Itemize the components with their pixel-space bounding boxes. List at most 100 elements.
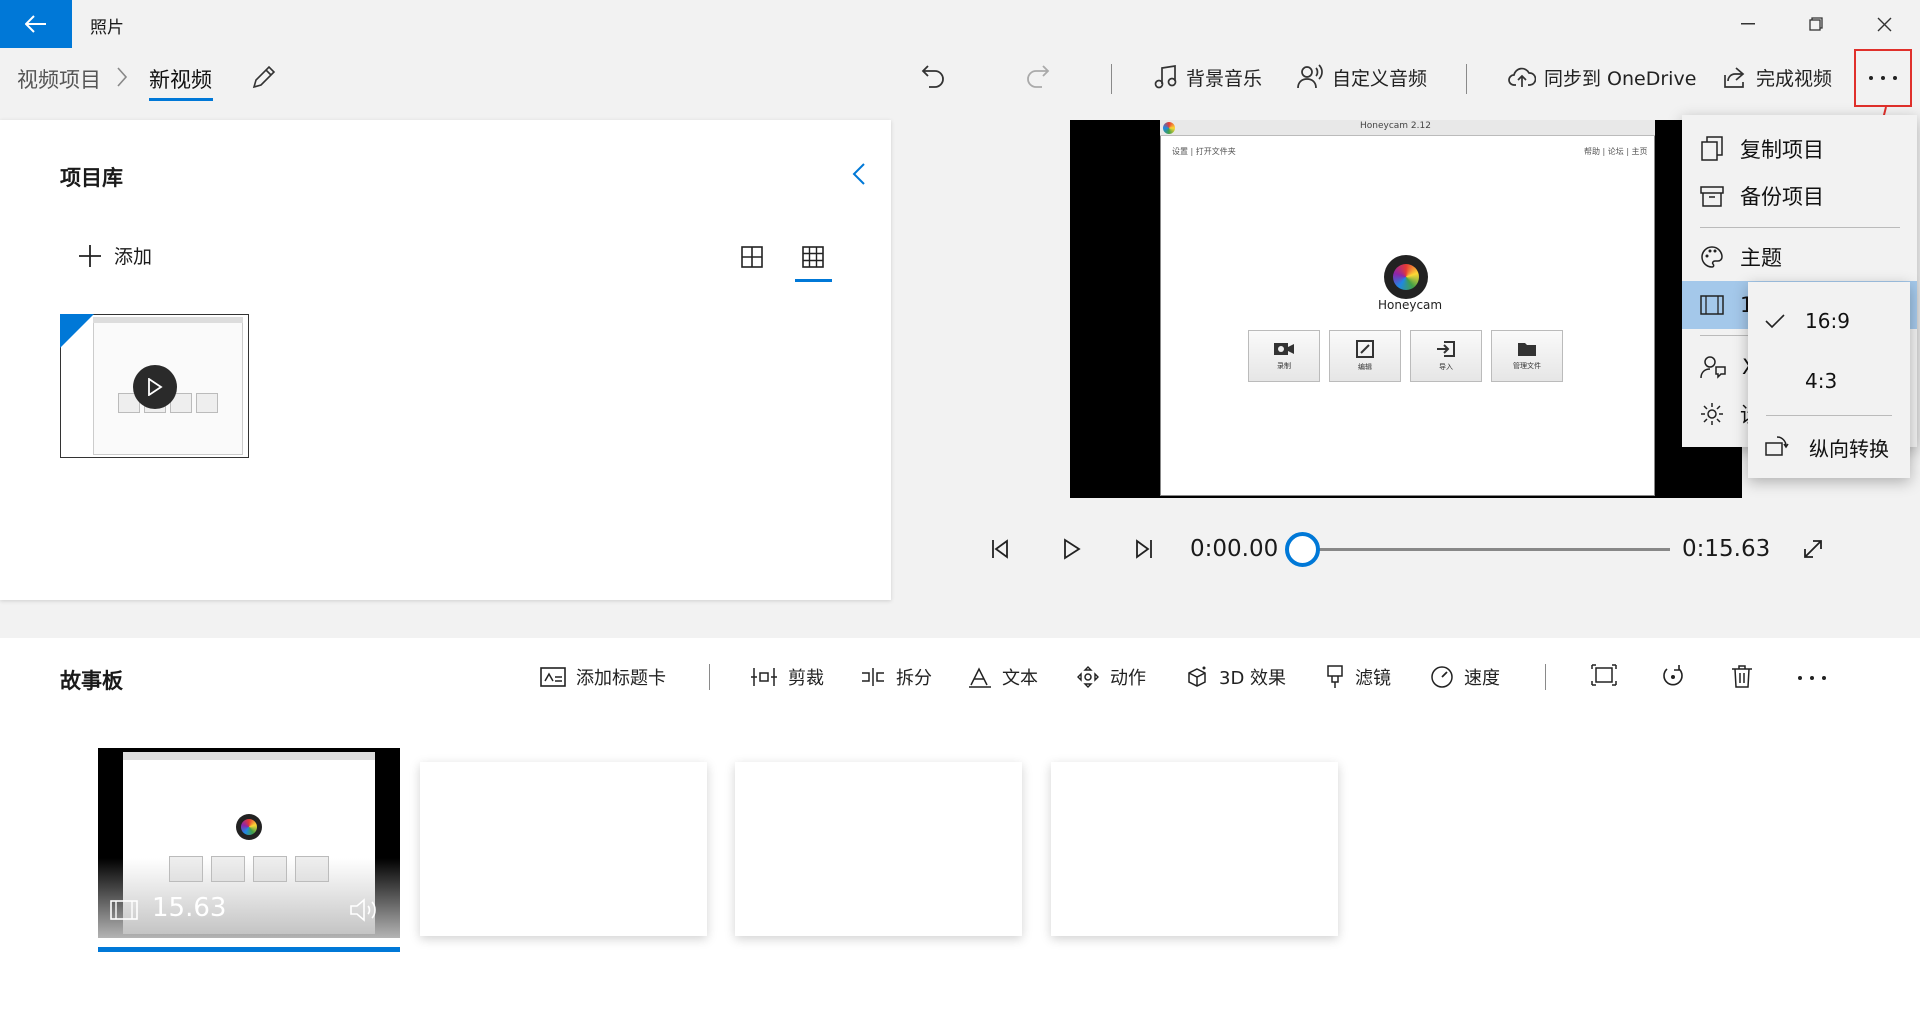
more-options-button[interactable] — [1854, 49, 1912, 107]
honeycam-small-logo — [1163, 122, 1175, 134]
background-music-label: 背景音乐 — [1186, 67, 1263, 90]
text-icon — [969, 667, 991, 688]
menu-theme[interactable]: 主题 — [1682, 233, 1917, 281]
speed-button[interactable]: 速度 — [1430, 662, 1500, 692]
aspect-ratio-icon — [1700, 295, 1724, 315]
preview-app-name: Honeycam — [1378, 298, 1443, 312]
trash-icon — [1732, 665, 1752, 688]
rotate-icon — [1663, 665, 1683, 686]
background-music-button[interactable]: 背景音乐 — [1154, 60, 1262, 94]
trim-button[interactable]: 剪裁 — [750, 662, 824, 692]
honeycam-logo — [1384, 255, 1428, 299]
expand-icon — [1804, 540, 1822, 558]
rename-button[interactable] — [251, 64, 277, 90]
motion-label: 动作 — [1110, 668, 1146, 689]
project-library-title: 项目库 — [60, 166, 123, 190]
menu-divider — [1700, 335, 1750, 336]
add-title-card-button[interactable]: 添加标题卡 — [540, 662, 666, 692]
empty-storyboard-slot[interactable] — [735, 762, 1022, 936]
preview-button-label: 录制 — [1277, 362, 1291, 370]
split-icon — [862, 668, 884, 686]
seek-bar-track[interactable] — [1302, 548, 1670, 551]
preview-edit-button: 编辑 — [1329, 330, 1401, 382]
motion-button[interactable]: 动作 — [1076, 662, 1146, 692]
breadcrumb-underline — [149, 98, 213, 101]
breadcrumb-current: 新视频 — [149, 68, 212, 92]
empty-storyboard-slot[interactable] — [1051, 762, 1338, 936]
filter-brush-icon — [1327, 665, 1343, 688]
seek-bar-thumb[interactable] — [1285, 532, 1320, 567]
aspect-option-label: 16:9 — [1805, 309, 1850, 333]
gear-icon — [1701, 403, 1723, 425]
3d-effects-label: 3D 效果 — [1219, 668, 1287, 689]
minimize-button[interactable] — [1714, 0, 1782, 48]
play-overlay-icon — [133, 365, 177, 409]
preview-button-label: 管理文件 — [1513, 362, 1541, 370]
plus-icon — [79, 244, 101, 267]
close-button[interactable] — [1850, 0, 1918, 48]
3d-effects-button[interactable]: 3D 效果 — [1185, 662, 1286, 692]
menu-duplicate-project[interactable]: 复制项目 — [1682, 125, 1917, 173]
breadcrumb-video-projects[interactable]: 视频项目 — [17, 64, 101, 94]
custom-audio-label: 自定义音频 — [1332, 67, 1428, 90]
used-media-corner-badge — [60, 314, 94, 348]
total-time: 0:15.63 — [1682, 536, 1771, 562]
small-grid-view-button[interactable] — [802, 246, 824, 268]
rotate-button[interactable] — [1661, 664, 1685, 688]
current-time: 0:00.00 — [1190, 536, 1279, 562]
toolbar-divider — [1466, 64, 1467, 94]
storyboard-title: 故事板 — [60, 669, 123, 693]
chevron-left-icon — [852, 163, 865, 185]
menu-item-label: 主题 — [1740, 246, 1782, 270]
finish-video-button[interactable]: 完成视频 — [1722, 60, 1832, 94]
view-selected-indicator — [795, 279, 832, 282]
portrait-conversion-option[interactable]: 纵向转换 — [1748, 423, 1910, 471]
menu-backup-project[interactable]: 备份项目 — [1682, 172, 1917, 220]
restore-button[interactable] — [1782, 0, 1850, 48]
next-frame-button[interactable] — [1134, 538, 1154, 560]
ellipsis-icon — [1869, 76, 1897, 80]
resize-button[interactable] — [1591, 664, 1617, 686]
back-button[interactable] — [0, 0, 72, 48]
edit-icon — [1356, 340, 1374, 358]
fullscreen-button[interactable] — [1802, 538, 1824, 560]
palette-icon — [1701, 246, 1723, 268]
title-card-label: 添加标题卡 — [576, 668, 666, 689]
split-button[interactable]: 拆分 — [860, 662, 932, 692]
checkmark-icon — [1765, 314, 1785, 329]
undo-button[interactable] — [921, 63, 947, 91]
submenu-divider — [1766, 415, 1892, 416]
add-media-button[interactable]: 添加 — [78, 242, 152, 269]
trim-icon — [751, 668, 777, 686]
delete-button[interactable] — [1731, 664, 1753, 688]
custom-audio-button[interactable]: 自定义音频 — [1296, 60, 1427, 94]
step-back-icon — [992, 539, 1008, 559]
add-label: 添加 — [114, 246, 153, 268]
aspect-4-3-option[interactable]: 4:3 — [1748, 357, 1910, 405]
large-grid-view-button[interactable] — [741, 246, 763, 268]
menu-item-label: 备份项目 — [1740, 185, 1824, 209]
preview-menu-text: 设置 | 打开文件夹 — [1172, 147, 1236, 156]
filters-button[interactable]: 滤镜 — [1325, 662, 1391, 692]
storyboard-clip[interactable]: 15.63 — [98, 748, 400, 938]
sync-onedrive-label: 同步到 OneDrive — [1544, 67, 1697, 90]
volume-icon[interactable] — [349, 898, 381, 922]
aspect-16-9-option[interactable]: 16:9 — [1748, 297, 1910, 345]
empty-storyboard-slot[interactable] — [420, 762, 707, 936]
share-icon — [1724, 67, 1745, 88]
preview-right-links: 帮助 | 论坛 | 主页 — [1584, 147, 1648, 156]
text-button[interactable]: 文本 — [968, 662, 1038, 692]
split-label: 拆分 — [896, 668, 932, 689]
redo-button[interactable] — [1024, 63, 1050, 91]
storyboard-more-button[interactable] — [1797, 675, 1827, 681]
previous-frame-button[interactable] — [990, 538, 1010, 560]
undo-icon — [921, 65, 944, 88]
sync-onedrive-button[interactable]: 同步到 OneDrive — [1508, 60, 1696, 94]
close-icon — [1877, 17, 1891, 31]
grid-small-icon — [802, 246, 824, 268]
restore-icon — [1809, 17, 1823, 31]
collapse-library-button[interactable] — [852, 162, 866, 186]
menu-item-label: 复制项目 — [1740, 138, 1824, 162]
cloud-upload-icon — [1508, 67, 1536, 87]
play-button[interactable] — [1063, 538, 1081, 560]
